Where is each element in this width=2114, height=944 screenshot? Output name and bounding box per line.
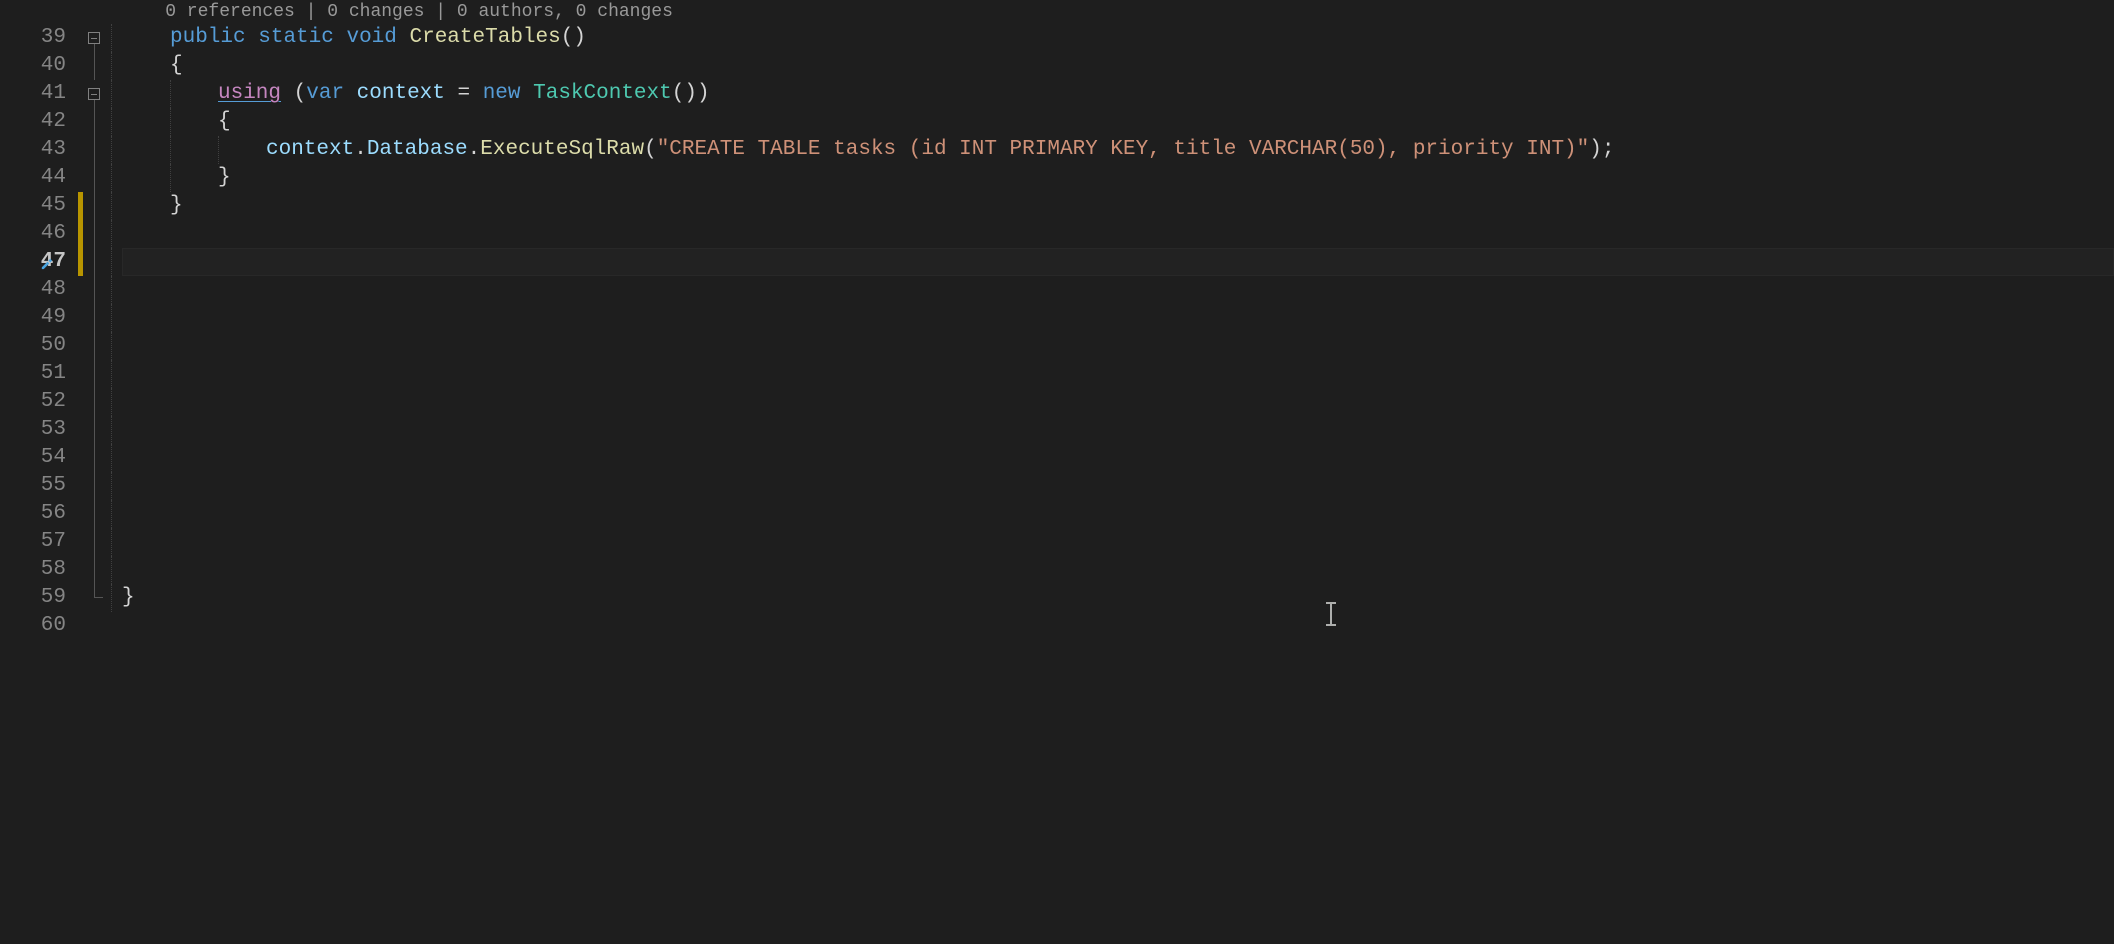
indent-guide: [122, 248, 170, 276]
line-number: 57: [0, 528, 78, 556]
fold-toggle[interactable]: [88, 88, 100, 100]
indent-guide: [122, 472, 170, 500]
line-number: 54: [0, 444, 78, 472]
line-number: 58: [0, 556, 78, 584]
indent-guide: [122, 304, 170, 332]
code-line[interactable]: [122, 248, 2114, 276]
line-number: 45: [0, 192, 78, 220]
lightbulb-icon[interactable]: [39, 255, 54, 270]
code-line[interactable]: [122, 556, 2114, 584]
line-number: 50: [0, 332, 78, 360]
code-line[interactable]: [122, 500, 2114, 528]
indent-guide: [122, 388, 170, 416]
line-number-gutter: 3940414243444546474849505152535455565758…: [0, 0, 78, 944]
line-number: 47: [0, 248, 78, 276]
indent-guide: [122, 164, 170, 192]
line-number: 60: [0, 612, 78, 640]
modified-indicator: [78, 192, 83, 220]
line-number: 59: [0, 584, 78, 612]
indent-guide: [122, 416, 170, 444]
line-number: 52: [0, 388, 78, 416]
indent-guide: [122, 24, 170, 52]
code-line[interactable]: [122, 332, 2114, 360]
code-line[interactable]: {: [122, 108, 2114, 136]
indent-guide: [170, 136, 218, 164]
code-line[interactable]: {: [122, 52, 2114, 80]
folding-column[interactable]: [86, 0, 108, 944]
indent-guide: [122, 276, 170, 304]
line-number: 55: [0, 472, 78, 500]
code-line[interactable]: [122, 388, 2114, 416]
line-number: 44: [0, 164, 78, 192]
code-line[interactable]: [122, 612, 2114, 640]
code-line[interactable]: [122, 472, 2114, 500]
indent-guide: [122, 332, 170, 360]
modified-indicator: [78, 248, 83, 276]
line-number: 53: [0, 416, 78, 444]
line-number: 46: [0, 220, 78, 248]
code-line[interactable]: context.Database.ExecuteSqlRaw("CREATE T…: [122, 136, 2114, 164]
fold-toggle[interactable]: [88, 32, 100, 44]
line-number: 51: [0, 360, 78, 388]
code-area[interactable]: 0 references | 0 changes | 0 authors, 0 …: [122, 0, 2114, 944]
indent-guide: [122, 108, 170, 136]
indent-guide: [122, 528, 170, 556]
indent-guide: [122, 500, 170, 528]
outer-indent-guide: [108, 0, 122, 944]
line-number: 43: [0, 136, 78, 164]
line-number: 48: [0, 276, 78, 304]
code-line[interactable]: using (var context = new TaskContext()): [122, 80, 2114, 108]
indent-guide: [170, 108, 218, 136]
code-line[interactable]: [122, 220, 2114, 248]
indent-guide: [122, 52, 170, 80]
code-line[interactable]: [122, 528, 2114, 556]
line-number: 56: [0, 500, 78, 528]
indent-guide: [218, 136, 266, 164]
code-line[interactable]: }: [122, 164, 2114, 192]
line-number: 39: [0, 24, 78, 52]
line-number: 41: [0, 80, 78, 108]
modified-indicator: [78, 220, 83, 248]
line-number: 40: [0, 52, 78, 80]
indent-guide: [122, 220, 170, 248]
modification-indicator-column: [78, 0, 86, 944]
code-line[interactable]: [122, 276, 2114, 304]
codelens-text[interactable]: 0 references | 0 changes | 0 authors, 0 …: [122, 0, 2114, 24]
indent-guide: [122, 360, 170, 388]
code-line[interactable]: [122, 416, 2114, 444]
line-number: 42: [0, 108, 78, 136]
indent-guide: [122, 80, 170, 108]
code-editor[interactable]: 3940414243444546474849505152535455565758…: [0, 0, 2114, 944]
code-line[interactable]: }: [122, 584, 2114, 612]
code-line[interactable]: }: [122, 192, 2114, 220]
indent-guide: [122, 136, 170, 164]
code-line[interactable]: [122, 360, 2114, 388]
code-line[interactable]: [122, 304, 2114, 332]
indent-guide: [122, 192, 170, 220]
line-number: 49: [0, 304, 78, 332]
indent-guide: [170, 164, 218, 192]
indent-guide: [170, 80, 218, 108]
code-line[interactable]: public static void CreateTables(): [122, 24, 2114, 52]
code-line[interactable]: [122, 444, 2114, 472]
indent-guide: [122, 556, 170, 584]
indent-guide: [122, 444, 170, 472]
